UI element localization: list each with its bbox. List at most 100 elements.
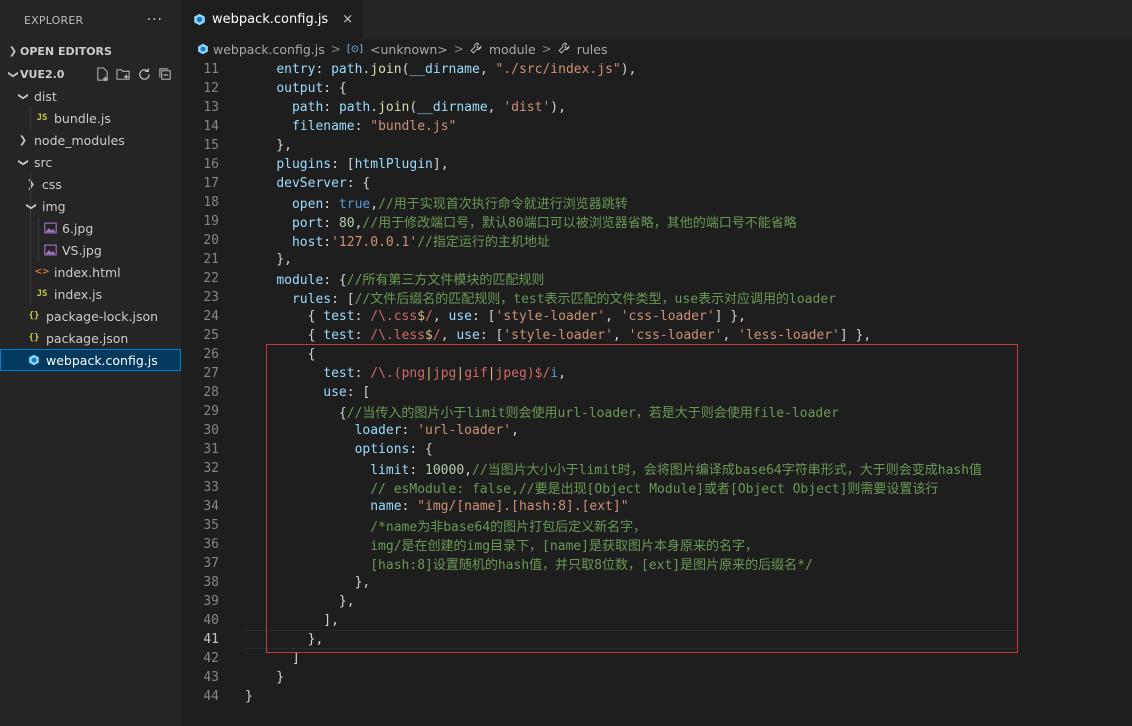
tree-item-label: 6.jpg [62, 220, 94, 236]
code-token: ] }, [839, 328, 872, 343]
code-line[interactable]: 39 }, [181, 592, 1132, 611]
code-line[interactable]: 18 open: true,//用于实现首次执行命令就进行浏览器跳转 [181, 193, 1132, 212]
code-line[interactable]: 24 { test: /\.css$/, use: ['style-loader… [181, 307, 1132, 326]
webpack-icon [26, 353, 42, 367]
code-line[interactable]: 26 { [181, 345, 1132, 364]
line-content: filename: "bundle.js" [219, 119, 456, 134]
tree-item-6-jpg[interactable]: 6.jpg [0, 217, 181, 239]
breadcrumb-item[interactable]: rules [577, 42, 608, 57]
line-number: 21 [203, 252, 219, 267]
code-line[interactable]: 25 { test: /\.less$/, use: ['style-loade… [181, 326, 1132, 345]
tree-item-package-json[interactable]: {} package.json [0, 327, 181, 349]
tree-item-src[interactable]: ❯ src [0, 151, 181, 173]
breadcrumb-item[interactable]: <unknown> [370, 42, 448, 57]
collapse-all-icon[interactable] [157, 66, 173, 82]
code-line[interactable]: 20 host:'127.0.0.1'//指定运行的主机地址 [181, 231, 1132, 250]
code-line[interactable]: 37 [hash:8]设置随机的hash值，并只取8位数，[ext]是图片原来的… [181, 554, 1132, 573]
code-editor[interactable]: 11 entry: path.join(__dirname, "./src/in… [181, 60, 1132, 726]
tree-item-vs-jpg[interactable]: VS.jpg [0, 239, 181, 261]
tree-item-img[interactable]: ❯ img [0, 195, 181, 217]
code-line[interactable]: 23 rules: [//文件后缀名的匹配规则，test表示匹配的文件类型，us… [181, 288, 1132, 307]
code-line[interactable]: 33 // esModule: false,//要是出现[Object Modu… [181, 478, 1132, 497]
code-line[interactable]: 12 output: { [181, 79, 1132, 98]
line-number: 33 [203, 480, 219, 495]
line-content: {//当传入的图片小于limit则会使用url-loader，若是大于则会使用f… [219, 402, 839, 421]
code-token: rules [291, 292, 332, 307]
line-number: 17 [203, 176, 219, 191]
code-token: { [245, 347, 316, 362]
line-content: } [219, 689, 253, 704]
code-token: 'dist' [503, 100, 551, 115]
line-content: module: {//所有第三方文件模块的匹配规则 [219, 269, 544, 288]
webpack-icon [194, 13, 205, 26]
code-line[interactable]: 42 ] [181, 649, 1132, 668]
breadcrumb-file[interactable]: webpack.config.js [213, 42, 325, 57]
code-line[interactable]: 19 port: 80,//用于修改端口号，默认80端口可以被浏览器省略，其他的… [181, 212, 1132, 231]
tree-item-webpack-config-js[interactable]: webpack.config.js [0, 349, 181, 371]
new-folder-icon[interactable] [115, 66, 131, 82]
line-number: 37 [203, 556, 219, 571]
code-token: name [370, 499, 402, 514]
code-line[interactable]: 11 entry: path.join(__dirname, "./src/in… [181, 60, 1132, 79]
tree-item-index-js[interactable]: JS index.js [0, 283, 181, 305]
code-line[interactable]: 34 name: "img/[name].[hash:8].[ext]" [181, 497, 1132, 516]
code-line[interactable]: 27 test: /\.(png|jpg|gif|jpeg)$/i, [181, 364, 1132, 383]
code-line[interactable]: 38 }, [181, 573, 1132, 592]
code-line[interactable]: 15 }, [181, 136, 1132, 155]
file-tree: ❯ dist JS bundle.js ❯ node_modules ❯ src ❯ css ❯ im… [0, 85, 181, 371]
chevron-down-icon: ❯ [17, 157, 29, 167]
line-content: }, [219, 632, 324, 647]
line-number: 43 [203, 670, 219, 685]
breadcrumb: webpack.config.js > [⊙] <unknown> > module > r… [181, 39, 1132, 59]
code-line[interactable]: 41 }, [181, 630, 1132, 649]
code-line[interactable]: 35 /*name为非base64的图片打包后定义新名字， [181, 516, 1132, 535]
line-number: 38 [203, 575, 219, 590]
code-token: //用于实现首次执行命令就进行浏览器跳转 [378, 197, 628, 212]
code-line[interactable]: 44} [181, 687, 1132, 706]
code-token: : [ [346, 385, 371, 400]
code-token: : [409, 463, 426, 478]
refresh-icon[interactable] [136, 66, 152, 82]
code-line[interactable]: 36 img/是在创建的img目录下，[name]是获取图片本身原来的名字， [181, 535, 1132, 554]
tree-item-index-html[interactable]: <> index.html [0, 261, 181, 283]
indent-guide [30, 283, 31, 305]
code-line[interactable]: 32 limit: 10000,//当图片大小小于limit时，会将图片编译成b… [181, 459, 1132, 478]
ellipsis-icon[interactable]: ··· [147, 12, 163, 28]
code-token: , [511, 423, 519, 438]
tree-item-bundle-js[interactable]: JS bundle.js [0, 107, 181, 129]
code-line[interactable]: 14 filename: "bundle.js" [181, 117, 1132, 136]
code-token: 'style-loader' [503, 328, 613, 343]
code-line[interactable]: 43 } [181, 668, 1132, 687]
tree-item-node-modules[interactable]: ❯ node_modules [0, 129, 181, 151]
line-number: 11 [203, 62, 219, 77]
code-line[interactable]: 21 }, [181, 250, 1132, 269]
tree-item-package-lock-json[interactable]: {} package-lock.json [0, 305, 181, 327]
code-line[interactable]: 28 use: [ [181, 383, 1132, 402]
code-line[interactable]: 17 devServer: { [181, 174, 1132, 193]
code-line[interactable]: 29 {//当传入的图片小于limit则会使用url-loader，若是大于则会… [181, 402, 1132, 421]
new-file-icon[interactable] [94, 66, 110, 82]
open-editors-section[interactable]: ❯ OPEN EDITORS [0, 40, 181, 62]
line-number: 20 [203, 233, 219, 248]
javascript-file-icon: JS [36, 289, 48, 299]
tree-item-label: css [42, 176, 62, 192]
code-token: //当图片大小小于limit时，会将图片编译成base64字符串形式，大于则会变… [472, 463, 983, 478]
code-token: path [291, 100, 324, 115]
tab-webpack-config[interactable]: webpack.config.js × [181, 0, 364, 39]
code-line[interactable]: 16 plugins: [htmlPlugin], [181, 155, 1132, 174]
line-content: ] [219, 651, 300, 666]
code-line[interactable]: 13 path: path.join(__dirname, 'dist'), [181, 98, 1132, 117]
project-section[interactable]: ❯ VUE2.0 [0, 63, 181, 85]
code-token: "./src/index.js" [495, 62, 621, 77]
code-line[interactable]: 22 module: {//所有第三方文件模块的匹配规则 [181, 269, 1132, 288]
code-line[interactable]: 31 options: { [181, 440, 1132, 459]
breadcrumb-item[interactable]: module [489, 42, 536, 57]
tree-item-css[interactable]: ❯ css [0, 173, 181, 195]
close-icon[interactable]: × [342, 12, 353, 27]
code-line[interactable]: 40 ], [181, 611, 1132, 630]
tree-item-dist[interactable]: ❯ dist [0, 85, 181, 107]
code-line[interactable]: 30 loader: 'url-loader', [181, 421, 1132, 440]
explorer-title: EXPLORER [24, 13, 84, 27]
